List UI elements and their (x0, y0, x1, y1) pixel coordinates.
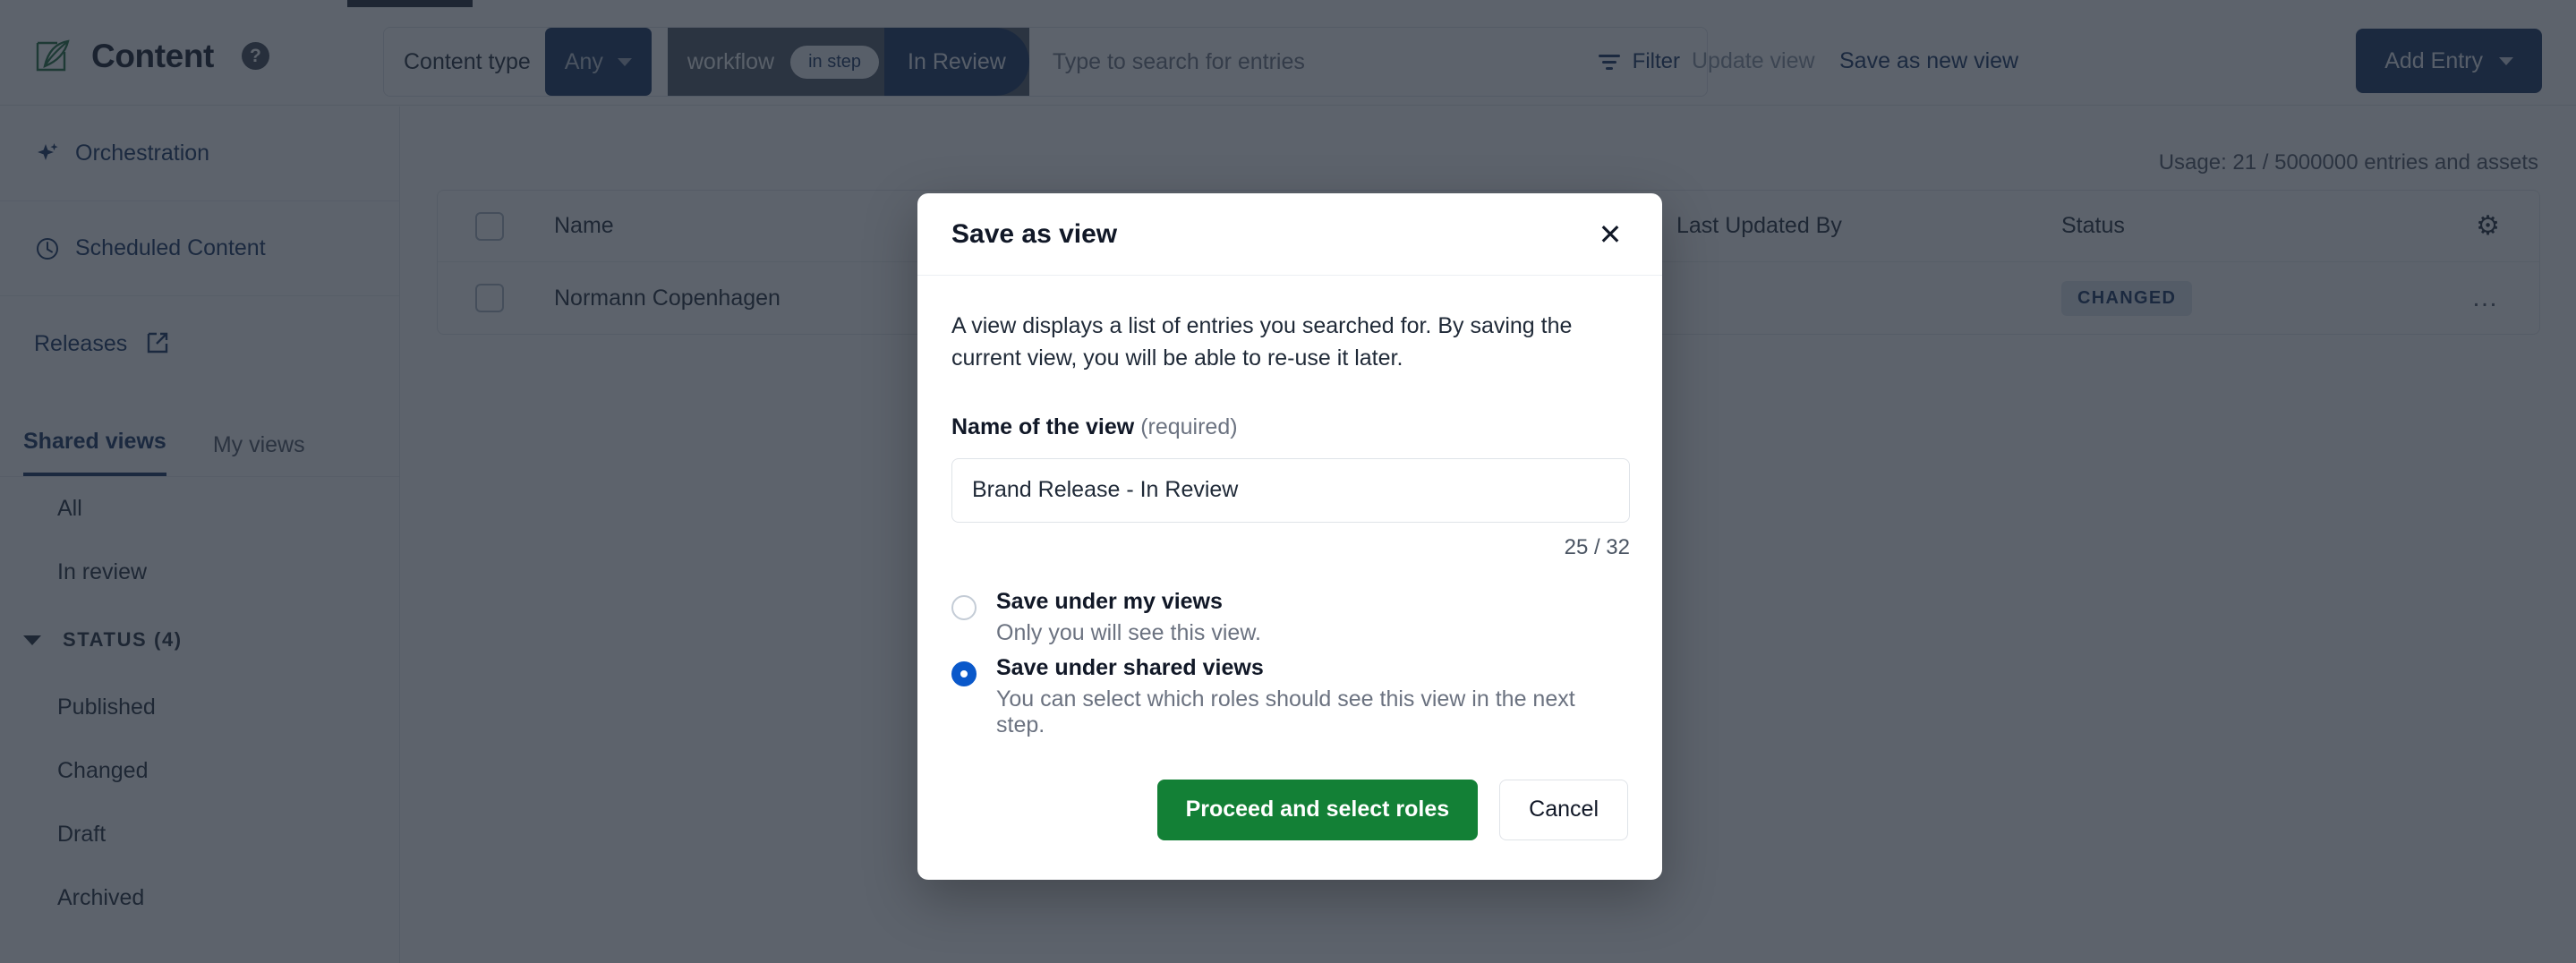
radio-shared-views-title: Save under shared views (996, 654, 1264, 680)
radio-my-views-title: Save under my views (996, 588, 1223, 614)
save-as-view-modal: Save as view ✕ A view displays a list of… (917, 193, 1662, 880)
radio-option-shared-views[interactable]: Save under shared views You can select w… (951, 655, 1628, 738)
modal-body: A view displays a list of entries you se… (917, 276, 1662, 738)
radio-my-views-dot[interactable] (951, 594, 977, 620)
modal-title: Save as view (951, 218, 1118, 249)
character-counter: 25 / 32 (1564, 534, 1630, 559)
view-name-input[interactable] (951, 457, 1630, 523)
visibility-radio-group: Save under my views Only you will see th… (951, 589, 1628, 738)
modal-footer: Proceed and select roles Cancel (917, 747, 1662, 880)
proceed-and-select-roles-button[interactable]: Proceed and select roles (1156, 779, 1479, 840)
radio-shared-views-dot[interactable] (951, 660, 977, 686)
view-name-label: Name of the view (required) (951, 414, 1628, 440)
modal-header: Save as view ✕ (917, 193, 1662, 276)
radio-shared-views-subtitle: You can select which roles should see th… (996, 686, 1575, 737)
radio-option-my-views[interactable]: Save under my views Only you will see th… (951, 589, 1628, 646)
close-icon[interactable]: ✕ (1592, 217, 1628, 252)
view-name-label-text: Name of the view (951, 413, 1135, 439)
cancel-button[interactable]: Cancel (1499, 779, 1628, 840)
radio-my-views-subtitle: Only you will see this view. (996, 619, 1261, 645)
modal-description: A view displays a list of entries you se… (951, 313, 1573, 371)
view-name-required-note: (required) (1140, 413, 1238, 439)
